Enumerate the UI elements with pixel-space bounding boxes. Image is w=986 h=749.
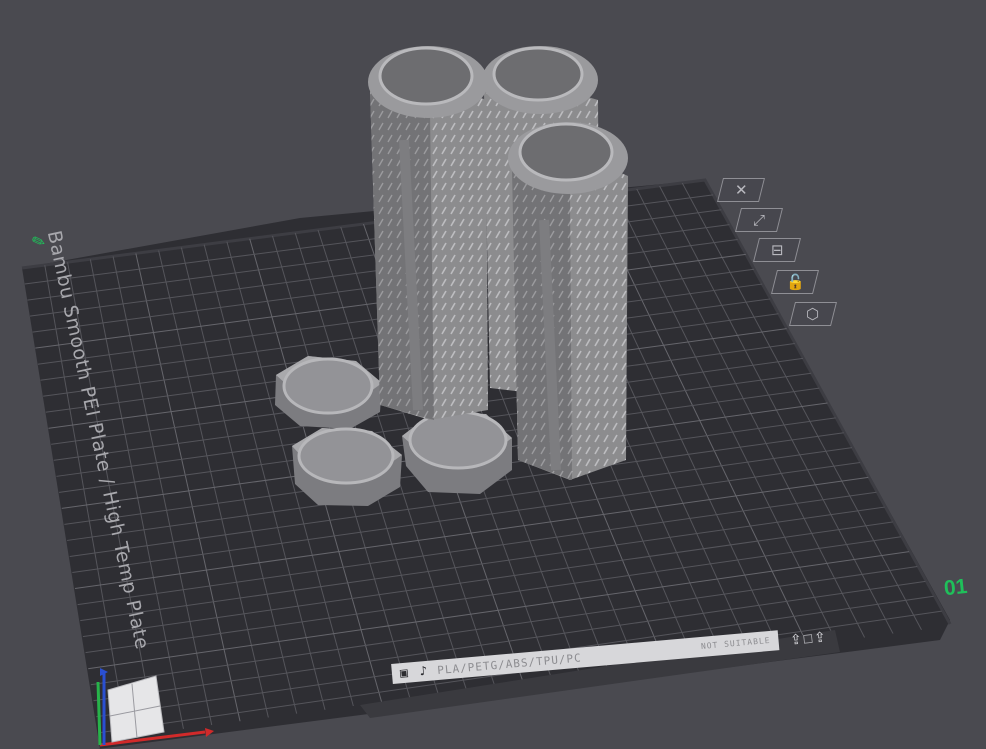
- lock-plate-button[interactable]: 🔓: [771, 270, 819, 294]
- close-plate-button[interactable]: ✕: [717, 178, 765, 202]
- not-suitable-label: NOT SUITABLE: [700, 635, 771, 651]
- model-tube-left: [368, 46, 488, 420]
- arrange-icon: ⤢: [752, 211, 765, 229]
- arrange-button[interactable]: ⤢: [735, 208, 783, 232]
- filament-icons: ▣ ♪: [399, 663, 430, 681]
- orient-icon: ⊟: [770, 241, 784, 259]
- orient-button[interactable]: ⊟: [753, 238, 801, 262]
- lock-icon: 🔓: [785, 273, 805, 291]
- plate-corner-icons: ⇪□⇪: [789, 628, 829, 648]
- 3d-viewport[interactable]: ✎ Bambu Smooth PEI Plate / High Temp Pla…: [0, 0, 986, 749]
- model-tube-front: [508, 122, 628, 480]
- settings-icon: ⬡: [806, 305, 820, 323]
- plate-settings-button[interactable]: ⬡: [789, 302, 837, 326]
- model-lid-2: [292, 427, 402, 506]
- plate-index: 01: [942, 574, 969, 601]
- close-icon: ✕: [734, 181, 748, 199]
